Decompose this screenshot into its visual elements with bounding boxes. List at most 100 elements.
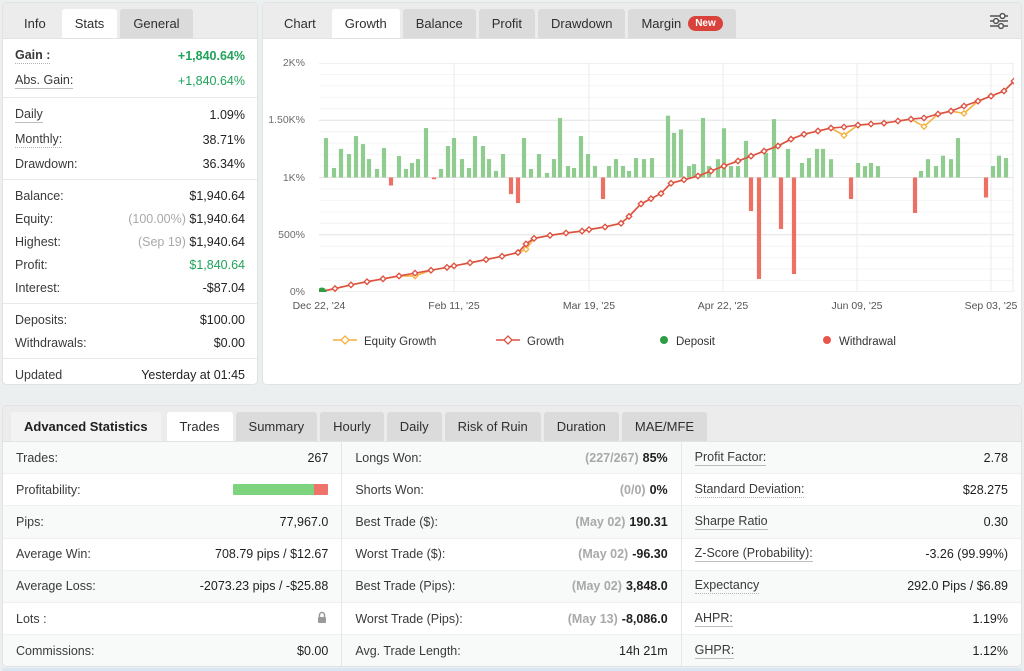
stats-group: Balance:$1,940.64Equity:(100.00%) $1,940… [3,180,257,304]
tab-mae-mfe[interactable]: MAE/MFE [622,412,707,441]
stat-value: (May 02)-96.30 [578,547,667,561]
tab-balance[interactable]: Balance [403,9,476,38]
legend-growth[interactable]: Growth [496,335,659,348]
stat-row: Deposits:$100.00 [3,308,257,331]
stats-column-2: Longs Won: (227/267)85% Shorts Won:(0/0)0%… [342,442,681,667]
stat-value: $100.00 [200,313,245,327]
stat-label-avg-trade-length: Avg. Trade Length: [355,644,460,658]
x-axis-tick: Mar 19, '25 [563,300,615,312]
stat-label-balance: Balance: [15,189,64,203]
tab-label: Risk of Ruin [458,419,528,434]
stat-value: (May 02)190.31 [575,515,667,529]
tab-daily[interactable]: Daily [387,412,442,441]
deposit-profit-bars [324,116,1008,178]
stat-value: 77,967.0 [280,515,329,529]
stat-value: (100.00%) $1,940.64 [128,212,245,226]
tab-label: Hourly [333,419,371,434]
stat-label-average-loss: Average Loss: [16,579,96,593]
stat-value: Yesterday at 01:45 [141,368,245,382]
tab-trades[interactable]: Trades [167,412,233,441]
tab-drawdown[interactable]: Drawdown [538,9,625,38]
chart-tabbar: ChartGrowthBalanceProfitDrawdownMarginNe… [263,3,1021,39]
stat-value: (Sep 19) $1,940.64 [138,235,245,249]
legend-equity-growth[interactable]: Equity Growth [333,335,496,348]
stat-value: (May 13)-8,086.0 [568,612,668,626]
stat-label-withdrawals: Withdrawals: [15,336,87,350]
tab-label: General [133,16,179,31]
stat-value-note: (May 02) [578,547,628,561]
stat-value: 2.78 [984,451,1008,465]
stat-row: Interest:-$87.04 [3,276,257,299]
tab-duration[interactable]: Duration [544,412,619,441]
stat-label-z-score-probability[interactable]: Z-Score (Probability): [695,546,813,562]
table-row: Lots : [3,603,341,635]
stat-label-gain[interactable]: Gain : [15,48,50,64]
stat-label-ghpr[interactable]: GHPR: [695,643,735,659]
y-axis-tick: 500% [265,229,305,241]
tab-summary[interactable]: Summary [236,412,318,441]
stat-label-pips: Pips: [16,515,44,529]
new-badge: New [688,16,723,31]
stat-value: (227/267)85% [585,451,668,465]
stat-row: Monthly:38.71% [3,127,257,152]
stat-label-longs-won: Longs Won: [355,451,421,465]
stat-value: 1.12% [973,644,1008,658]
stat-value-note: (227/267) [585,451,639,465]
table-row: Trades:267 [3,442,341,474]
legend-label: Equity Growth [364,336,436,348]
stat-value: $0.00 [297,644,328,658]
stat-value: 267 [307,451,328,465]
legend-deposit[interactable]: Deposit [659,335,822,348]
table-row: Best Trade ($):(May 02)190.31 [342,506,680,538]
stat-value: $28.275 [963,483,1008,497]
tab-risk-of-ruin[interactable]: Risk of Ruin [445,412,541,441]
growth-line [319,78,1014,292]
tab-profit[interactable]: Profit [479,9,535,38]
growth-chart-plot [319,63,1014,297]
tab-chart[interactable]: Chart [271,9,329,38]
stats-group: Daily1.09%Monthly:38.71%Drawdown:36.34% [3,98,257,180]
stat-label-sharpe-ratio[interactable]: Sharpe Ratio [695,514,768,530]
stat-value: -$87.04 [203,281,245,295]
stat-row: Updated Yesterday at 01:45 [3,363,257,385]
stat-label-monthly[interactable]: Monthly: [15,132,62,148]
stat-label-ahpr[interactable]: AHPR: [695,611,733,627]
tab-stats[interactable]: Stats [62,9,118,38]
advanced-statistics-panel: Advanced Statistics TradesSummaryHourlyD… [2,405,1022,667]
stat-row: Gain :+1,840.64% [3,43,257,68]
stat-value: -3.26 (99.99%) [925,547,1008,561]
tab-general[interactable]: General [120,9,192,38]
table-row: Z-Score (Probability): -3.26 (99.99%) [682,539,1021,571]
legend-dot-icon [822,335,832,348]
stat-label-average-win: Average Win: [16,547,91,561]
stat-label-updated: Updated [15,368,62,382]
stat-label-profit-factor[interactable]: Profit Factor: [695,450,767,466]
tab-label: Daily [400,419,429,434]
stat-value: 14h 21m [619,644,668,658]
stat-label-abs-gain[interactable]: Abs. Gain: [15,73,73,89]
table-row: AHPR:1.19% [682,603,1021,635]
table-row: Worst Trade (Pips):(May 13)-8,086.0 [342,603,680,635]
x-axis-tick: Feb 11, '25 [428,300,479,312]
tab-hourly[interactable]: Hourly [320,412,384,441]
stat-label-standard-deviation[interactable]: Standard Deviation: [695,482,805,498]
legend-dot-icon [659,335,669,348]
legend-diamond-icon [496,335,520,348]
stat-label-daily[interactable]: Daily [15,107,43,123]
stat-label-equity: Equity: [15,212,53,226]
chart-settings-icon[interactable] [985,8,1013,34]
tab-margin[interactable]: MarginNew [628,9,735,38]
tab-growth[interactable]: Growth [332,9,400,38]
stats-group: UpdatedYesterday at 01:45Tracking27 [3,359,257,385]
stat-value [316,611,328,627]
tab-label: Info [24,16,46,31]
stats-panel: Info Stats General Gain :+1,840.64% Abs. Ga… [2,2,258,385]
stat-value-note: (May 13) [568,612,618,626]
tab-info[interactable]: Info [11,9,59,38]
stat-label-expectancy[interactable]: Expectancy [695,578,760,594]
stat-value: 292.0 Pips / $6.89 [907,579,1008,593]
stat-label-profitability: Profitability: [16,483,81,497]
legend-withdrawal[interactable]: Withdrawal [822,335,985,348]
stat-row: Profit:$1,840.64 [3,253,257,276]
table-row: Shorts Won:(0/0)0% [342,474,680,506]
